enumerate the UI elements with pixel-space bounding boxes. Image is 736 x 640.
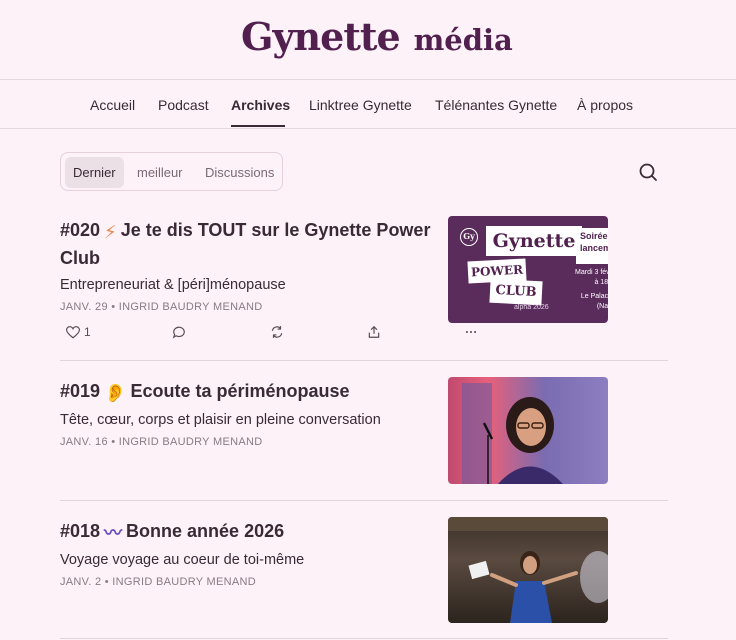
share-button[interactable] xyxy=(367,325,381,339)
share-icon xyxy=(368,325,380,338)
post-number: #018 xyxy=(60,521,101,541)
restack-button[interactable] xyxy=(270,325,284,339)
like-button[interactable]: 1 xyxy=(66,325,91,339)
nav-archives[interactable]: Archives xyxy=(231,97,290,113)
post-divider xyxy=(60,500,668,501)
heart-icon xyxy=(66,325,80,338)
site-header: Gynette média xyxy=(0,0,736,80)
nav-active-indicator xyxy=(231,125,285,127)
post-thumbnail[interactable] xyxy=(448,377,608,484)
post-title-text: Bonne année 2026 xyxy=(126,521,285,541)
nav-podcast[interactable]: Podcast xyxy=(158,97,209,113)
comment-icon xyxy=(172,326,185,339)
nav-a-propos[interactable]: À propos xyxy=(577,97,633,113)
site-logo[interactable]: Gynette média xyxy=(241,14,513,59)
thumb-brand: Gynette xyxy=(486,226,582,256)
speaker-photo xyxy=(462,383,563,484)
restack-icon xyxy=(271,326,283,338)
logo-media: média xyxy=(413,23,513,57)
post-actions: 1 xyxy=(60,325,480,343)
wave-icon: 〰 xyxy=(104,523,123,543)
thumb-event-date: Mardi 3 févr à 18h xyxy=(575,269,608,286)
nav-accueil[interactable]: Accueil xyxy=(90,97,135,113)
sort-tabs: Dernier meilleur Discussions xyxy=(60,152,283,191)
ear-icon: 👂 xyxy=(104,383,127,403)
post-number: #019 xyxy=(60,381,101,401)
main-nav: Accueil Podcast Archives Linktree Gynett… xyxy=(0,80,736,129)
thumb-event-place: Le Palace (Nan xyxy=(580,293,608,310)
post-title-text: Ecoute ta périménopause xyxy=(130,381,350,401)
thumb-event-title: Soirée lancem xyxy=(576,228,608,264)
comment-button[interactable] xyxy=(172,325,186,339)
post-divider xyxy=(60,638,668,639)
lightning-icon: ⚡ xyxy=(104,222,117,242)
tab-discussions[interactable]: Discussions xyxy=(197,157,282,188)
post-number: #020 xyxy=(60,220,101,240)
search-button[interactable] xyxy=(636,160,660,184)
nav-telenantes[interactable]: Télénantes Gynette xyxy=(435,97,557,113)
thumb-club: CLUB xyxy=(489,278,543,306)
tab-dernier[interactable]: Dernier xyxy=(65,157,124,188)
nav-linktree[interactable]: Linktree Gynette xyxy=(309,97,412,113)
post-thumbnail[interactable] xyxy=(448,517,608,623)
speaker-stage-photo xyxy=(448,517,608,623)
search-icon xyxy=(639,163,657,181)
thumb-edition: alpha 2026 xyxy=(514,304,549,311)
post-title[interactable]: #019 👂 Ecoute ta périménopause xyxy=(60,378,470,406)
like-count: 1 xyxy=(84,325,91,339)
post-title[interactable]: #020 ⚡ Je te dis TOUT sur le Gynette Power… xyxy=(60,217,470,271)
more-icon xyxy=(465,330,477,334)
post-title[interactable]: #018 〰 Bonne année 2026 xyxy=(60,518,470,546)
thumb-logo-badge: Gy xyxy=(460,228,478,246)
more-button[interactable] xyxy=(464,325,478,339)
tab-meilleur[interactable]: meilleur xyxy=(129,157,191,188)
post-divider xyxy=(60,360,668,361)
logo-brand: Gynette xyxy=(241,14,401,59)
post-thumbnail[interactable]: Gy Gynette POWER CLUB alpha 2026 Soirée … xyxy=(448,216,608,323)
